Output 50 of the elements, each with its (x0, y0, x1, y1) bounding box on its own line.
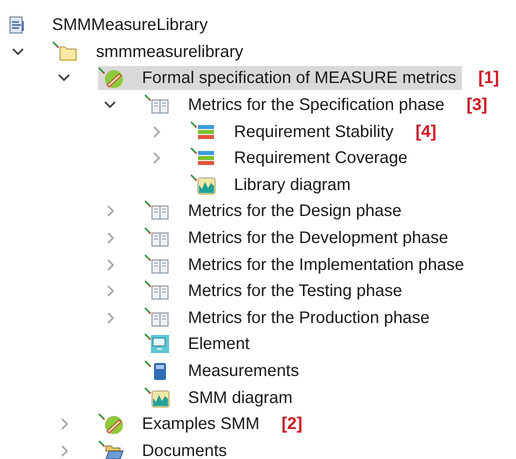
tree-item[interactable]: Metrics for the Production phase (144, 306, 436, 330)
item-label: Documents (142, 440, 227, 459)
chart-icon (190, 174, 216, 196)
item-label: Element (188, 334, 250, 354)
book-icon (144, 280, 170, 302)
item-label: Metrics for the Production phase (188, 308, 430, 328)
item-label: Measurements (188, 361, 299, 382)
monitor-icon (144, 333, 170, 356)
pencil-circle-icon (98, 67, 124, 90)
item-label: Requirement Coverage (234, 148, 408, 168)
tree-item[interactable]: Metrics for the Testing phase (144, 279, 408, 304)
tree-item[interactable]: Metrics for the Specification phase (144, 93, 451, 118)
tree-item[interactable]: Metrics for the Design phase (144, 199, 408, 224)
book-icon (144, 94, 170, 116)
item-label: smmmeasurelibrary (96, 42, 244, 62)
book-icon (144, 254, 170, 276)
folder-icon (52, 40, 78, 63)
item-label: Metrics for the Implementation phase (188, 254, 464, 275)
tree-item[interactable]: Element (144, 332, 256, 356)
tree-item[interactable]: Metrics for the Development phase (144, 226, 454, 250)
pencil-circle-icon (98, 413, 124, 436)
chart-icon (144, 386, 170, 409)
item-label: Metrics for the Development phase (188, 228, 448, 248)
tree-item[interactable]: Measurements (144, 359, 305, 384)
tree-item[interactable]: Requirement Coverage (190, 146, 414, 170)
tree-item[interactable]: Requirement Stability (190, 120, 400, 144)
item-label: Metrics for the Design phase (188, 201, 402, 222)
annotation-label: [1] (478, 68, 500, 88)
tree-item[interactable]: Formal specification of MEASURE metrics (98, 66, 462, 90)
item-label: SMMMeasureLibrary (52, 15, 208, 36)
tree-item[interactable]: Library diagram (190, 172, 357, 197)
tree-item[interactable]: Documents (98, 438, 233, 459)
annotation-label: [2] (282, 414, 302, 434)
annotation-label: [3] (466, 95, 488, 116)
tree-item[interactable]: Metrics for the Implementation phase (144, 252, 470, 277)
open-folder-icon (98, 440, 124, 459)
item-label: Metrics for the Specification phase (188, 95, 445, 116)
item-label: Metrics for the Testing phase (188, 281, 402, 302)
item-label: Formal specification of MEASURE metrics (142, 68, 456, 88)
book-icon (144, 227, 170, 250)
item-label: SMM diagram (188, 388, 292, 408)
annotation-label: [4] (416, 122, 436, 142)
book-icon (144, 306, 170, 329)
tree-item[interactable]: Examples SMM (98, 412, 266, 436)
item-label: Library diagram (234, 174, 351, 195)
tree-item[interactable]: smmmeasurelibrary (52, 40, 250, 64)
item-label: Requirement Stability (234, 122, 394, 142)
tree-item[interactable]: SMM diagram (144, 386, 298, 410)
book-icon (144, 200, 170, 222)
item-label: Examples SMM (142, 414, 260, 434)
